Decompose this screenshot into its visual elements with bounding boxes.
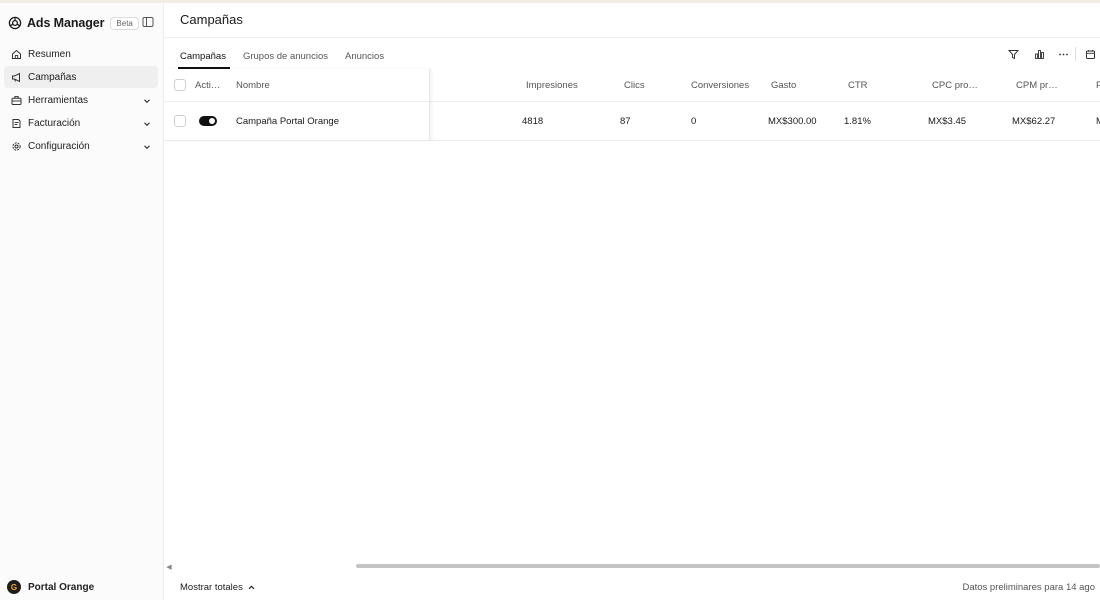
brand[interactable]: Ads Manager Beta xyxy=(8,13,139,33)
account-switcher[interactable]: G Portal Orange xyxy=(7,580,94,594)
tab-bar: Campañas Grupos de anuncios Anuncios xyxy=(174,43,395,69)
tab-campanas[interactable]: Campañas xyxy=(174,43,232,69)
sidebar-item-label: Configuración xyxy=(28,140,90,152)
megaphone-icon xyxy=(10,71,22,83)
sidebar-item-label: Resumen xyxy=(28,48,71,60)
chevron-down-icon[interactable] xyxy=(142,95,152,105)
sidebar-item-label: Herramientas xyxy=(28,94,89,106)
filter-icon[interactable] xyxy=(1006,47,1020,61)
calendar-icon[interactable] xyxy=(1083,47,1097,61)
cell-cpm: MX$62.27 xyxy=(1012,115,1056,127)
sidebar-item-resumen[interactable]: Resumen xyxy=(4,43,158,65)
col-name[interactable]: Nombre xyxy=(236,69,270,101)
cell-spend: MX$300.00 xyxy=(768,115,817,127)
page-title: Campañas xyxy=(180,12,243,27)
sidebar-nav: Resumen Campañas Herramientas Facturació… xyxy=(4,43,158,158)
col-active[interactable]: Acti… xyxy=(195,69,220,101)
tab-anuncios[interactable]: Anuncios xyxy=(339,43,390,69)
col-more[interactable]: P xyxy=(1096,69,1100,101)
sidebar-item-facturacion[interactable]: Facturación xyxy=(4,112,158,134)
chevron-down-icon[interactable] xyxy=(142,118,152,128)
app-title: Ads Manager xyxy=(27,16,105,30)
sidebar-item-campanas[interactable]: Campañas xyxy=(4,66,158,88)
horizontal-scrollbar[interactable]: ◀ xyxy=(164,562,1100,572)
chevron-down-icon[interactable] xyxy=(142,141,152,151)
toolbar-divider xyxy=(1075,47,1076,61)
scrollbar-thumb[interactable] xyxy=(356,564,1100,568)
sidebar-item-label: Campañas xyxy=(28,71,77,83)
cell-ctr: 1.81% xyxy=(844,115,871,127)
show-totals-button[interactable]: Mostrar totales xyxy=(180,582,256,593)
main-content: Campañas Campañas Grupos de anuncios Anu… xyxy=(164,3,1100,600)
header-divider xyxy=(164,37,1100,38)
col-cpc[interactable]: CPC pro… xyxy=(932,69,978,101)
col-cpm[interactable]: CPM pr… xyxy=(1016,69,1058,101)
cell-more: M xyxy=(1096,115,1100,127)
scroll-left-icon[interactable]: ◀ xyxy=(165,562,173,572)
briefcase-icon xyxy=(10,94,22,106)
col-ctr[interactable]: CTR xyxy=(848,69,868,101)
cell-cpc: MX$3.45 xyxy=(928,115,967,127)
sidebar-item-herramientas[interactable]: Herramientas xyxy=(4,89,158,111)
bar-chart-icon[interactable] xyxy=(1032,47,1046,61)
tab-grupos-de-anuncios[interactable]: Grupos de anuncios xyxy=(237,43,334,69)
cell-clicks: 87 xyxy=(620,115,631,127)
col-spend[interactable]: Gasto xyxy=(771,69,796,101)
chevron-up-icon xyxy=(247,583,256,592)
openai-logo-icon xyxy=(8,16,22,30)
active-toggle[interactable] xyxy=(199,102,217,140)
cell-conversions: 0 xyxy=(691,115,697,127)
col-conversions[interactable]: Conversiones xyxy=(691,69,749,101)
sidebar: Ads Manager Beta Resumen Campañas Herram… xyxy=(0,3,164,600)
table-row[interactable]: Campaña Portal Orange 4818 87 0 MX$300.0… xyxy=(164,102,1100,141)
preliminary-data-note: Datos preliminares para 14 ago xyxy=(962,582,1095,593)
table-header-row: Acti… Nombre Impresiones Clics Conversio… xyxy=(164,69,1100,102)
col-clicks[interactable]: Clics xyxy=(624,69,645,101)
beta-badge: Beta xyxy=(110,16,139,30)
row-checkbox[interactable] xyxy=(174,102,186,140)
home-icon xyxy=(10,48,22,60)
campaign-name[interactable]: Campaña Portal Orange xyxy=(236,102,339,140)
receipt-icon xyxy=(10,117,22,129)
more-icon[interactable] xyxy=(1056,47,1070,61)
avatar: G xyxy=(7,580,21,594)
account-name: Portal Orange xyxy=(28,581,95,593)
sidebar-item-configuracion[interactable]: Configuración xyxy=(4,135,158,157)
col-impressions[interactable]: Impresiones xyxy=(526,69,578,101)
select-all-checkbox[interactable] xyxy=(174,69,186,101)
cell-impressions: 4818 xyxy=(522,115,544,127)
sidebar-toggle-icon[interactable] xyxy=(142,16,154,28)
sidebar-item-label: Facturación xyxy=(28,117,81,129)
show-totals-label: Mostrar totales xyxy=(180,582,243,593)
campaigns-table: Acti… Nombre Impresiones Clics Conversio… xyxy=(164,69,1100,141)
gear-icon xyxy=(10,140,22,152)
table-footer: Mostrar totales Datos preliminares para … xyxy=(164,580,1100,596)
